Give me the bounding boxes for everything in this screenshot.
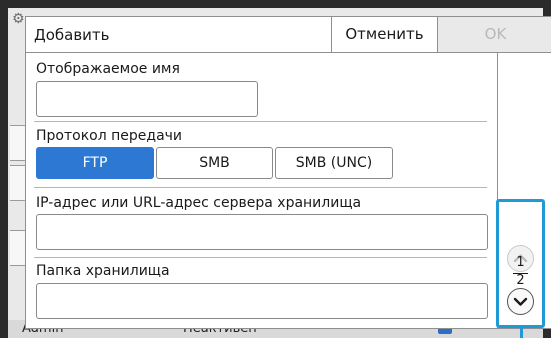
folder-label: Папка хранилища xyxy=(36,263,170,279)
gear-icon: ⚙ xyxy=(12,11,25,27)
display-name-input[interactable] xyxy=(36,81,258,117)
protocol-option-smb-unc[interactable]: SMB (UNC) xyxy=(275,147,393,179)
folder-input[interactable] xyxy=(36,283,488,319)
page-navigator: 1 2 xyxy=(496,199,545,328)
page-down-button[interactable] xyxy=(507,288,534,315)
chevron-down-icon xyxy=(513,297,528,306)
dialog-header: Добавить Отменить OK xyxy=(26,17,551,53)
highlight-pointer xyxy=(520,326,523,338)
add-dialog: Добавить Отменить OK Отображаемое имя Пр… xyxy=(25,16,551,329)
protocol-label: Протокол передачи xyxy=(36,128,183,144)
protocol-option-smb[interactable]: SMB xyxy=(156,147,273,179)
ok-button[interactable]: OK xyxy=(438,17,551,52)
current-page-number: 1 xyxy=(516,255,525,270)
cancel-button[interactable]: Отменить xyxy=(331,17,438,52)
divider xyxy=(34,257,487,258)
dialog-title: Добавить xyxy=(34,26,110,44)
total-pages-number: 2 xyxy=(516,273,525,288)
protocol-option-ftp[interactable]: FTP xyxy=(36,147,154,179)
server-address-label: IP-адрес или URL-адрес сервера хранилища xyxy=(36,195,362,211)
display-name-label: Отображаемое имя xyxy=(36,61,180,77)
server-address-input[interactable] xyxy=(36,214,488,250)
divider xyxy=(34,187,487,188)
divider xyxy=(34,121,487,122)
